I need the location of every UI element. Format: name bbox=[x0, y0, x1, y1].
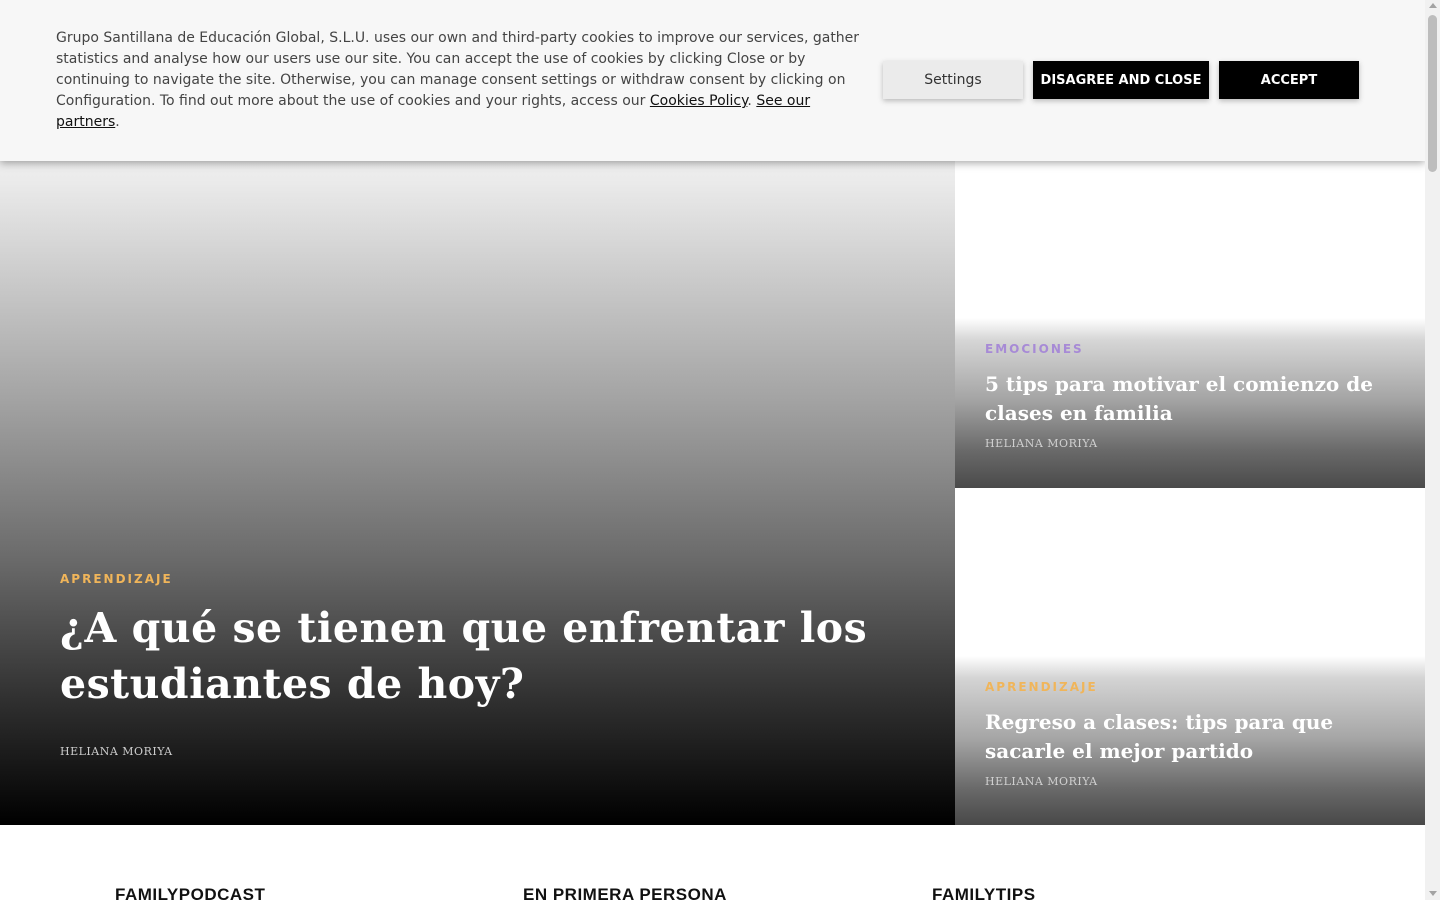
accept-button[interactable]: ACCEPT bbox=[1219, 61, 1359, 99]
card-category[interactable]: EMOCIONES bbox=[985, 342, 1084, 356]
scroll-down-arrow-icon[interactable] bbox=[1429, 891, 1437, 896]
scroll-up-arrow-icon[interactable] bbox=[1429, 3, 1437, 8]
hero-category[interactable]: APRENDIZAJE bbox=[60, 572, 173, 586]
card-title[interactable]: Regreso a clases: tips para que sacarle … bbox=[985, 708, 1415, 766]
vertical-scrollbar[interactable] bbox=[1425, 0, 1440, 900]
cookie-text: Grupo Santillana de Educación Global, S.… bbox=[56, 28, 866, 133]
section-title-familytips[interactable]: FAMILYTIPS bbox=[932, 885, 1036, 905]
settings-button[interactable]: Settings bbox=[883, 61, 1023, 99]
scrollbar-thumb[interactable] bbox=[1428, 15, 1437, 172]
section-title-en-primera-persona[interactable]: EN PRIMERA PERSONA bbox=[523, 885, 727, 905]
cookie-separator: . bbox=[747, 93, 752, 109]
disagree-and-close-button[interactable]: DISAGREE AND CLOSE bbox=[1033, 61, 1209, 99]
card-author[interactable]: HELIANA MORIYA bbox=[985, 775, 1098, 788]
cookie-banner: Grupo Santillana de Educación Global, S.… bbox=[0, 0, 1425, 161]
hero-title[interactable]: ¿A qué se tienen que enfrentar los estud… bbox=[60, 600, 920, 712]
cookie-end-period: . bbox=[115, 114, 120, 130]
card-category[interactable]: APRENDIZAJE bbox=[985, 680, 1098, 694]
hero-author[interactable]: HELIANA MORIYA bbox=[60, 745, 173, 758]
card-title[interactable]: 5 tips para motivar el comienzo de clase… bbox=[985, 370, 1405, 428]
article-card-aprendizaje[interactable]: APRENDIZAJE Regreso a clases: tips para … bbox=[955, 488, 1425, 825]
section-title-familypodcast[interactable]: FAMILYPODCAST bbox=[115, 885, 265, 905]
cookies-policy-link[interactable]: Cookies Policy bbox=[650, 93, 748, 109]
card-author[interactable]: HELIANA MORIYA bbox=[985, 437, 1098, 450]
